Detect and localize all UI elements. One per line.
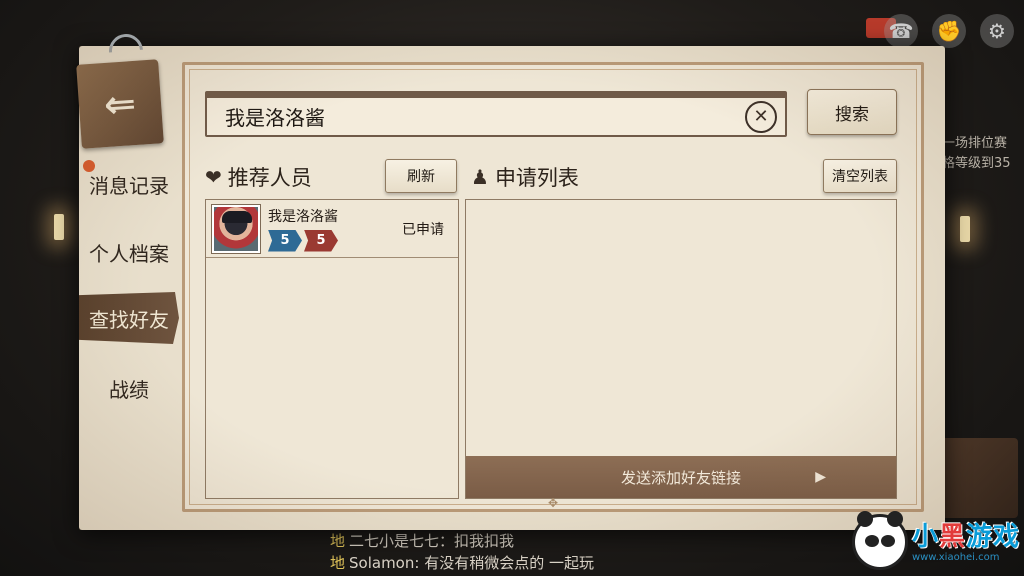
requests-title: ♟ 申请列表	[471, 165, 579, 190]
recommend-title: ❤ 推荐人员	[205, 165, 312, 190]
refresh-button[interactable]: 刷新	[385, 159, 457, 193]
search-input[interactable]	[207, 98, 745, 135]
close-circle-icon[interactable]: ✕	[745, 100, 777, 133]
chat-feed: 地二七小是七七：扣我扣我 地 Solamon: 有没有稍微会点的 一起玩	[330, 530, 850, 574]
book-prop	[938, 438, 1018, 518]
person-list-icon: ♟	[471, 165, 489, 189]
fist-icon[interactable]: ✊	[932, 14, 966, 48]
rank-badge-blue: 5	[268, 229, 302, 252]
heart-icon: ❤	[205, 165, 222, 189]
top-right-icons: ☎ ✊ ⚙	[884, 14, 1014, 48]
nav-message-history[interactable]: 消息记录	[79, 150, 179, 218]
nav-record[interactable]: 战绩	[79, 354, 179, 422]
side-nav: 消息记录 个人档案 查找好友 战绩	[79, 150, 179, 422]
friends-dialog: ⇐ 消息记录 个人档案 查找好友 战绩 ✕ 搜索 ❤ 推荐人员 刷新	[76, 27, 945, 530]
search-button[interactable]: 搜索	[807, 89, 897, 135]
search-bar: ✕	[205, 91, 787, 137]
player-name: 我是洛洛酱	[268, 208, 338, 225]
rank-badge-red: 5	[304, 229, 338, 252]
exit-door-icon[interactable]: ⇐	[76, 59, 164, 149]
event-hint: 一场排位赛 格等级到35	[942, 136, 1011, 171]
clear-list-button[interactable]: 清空列表	[823, 159, 897, 193]
nav-find-friends[interactable]: 查找好友	[79, 292, 179, 344]
panda-logo	[851, 511, 908, 570]
phone-icon[interactable]: ☎	[884, 14, 918, 48]
watermark-brand: 小黑游戏	[911, 521, 1020, 552]
gear-icon[interactable]: ⚙	[980, 14, 1014, 48]
level-badges: 5 5	[268, 229, 338, 252]
chat-line: 地 Solamon: 有没有稍微会点的 一起玩	[330, 554, 594, 572]
request-list: 发送添加好友链接 ▶	[465, 199, 897, 499]
nav-profile[interactable]: 个人档案	[79, 218, 179, 286]
send-friend-link-button[interactable]: 发送添加好友链接 ▶	[466, 456, 896, 498]
watermark-url: www.xiaohei.com	[911, 551, 1000, 563]
candle-right	[960, 216, 970, 242]
recommend-list: 我是洛洛酱 5 5 已申请	[205, 199, 459, 499]
play-arrow-icon: ▶	[815, 469, 826, 485]
request-status: 已申请	[402, 221, 444, 238]
ornament: ✥	[547, 496, 559, 510]
friends-panel: ✕ 搜索 ❤ 推荐人员 刷新 我是洛洛酱 5 5 已申请	[182, 62, 924, 512]
watermark: 小黑游戏 www.xiaohei.com	[851, 511, 1020, 570]
avatar	[212, 204, 260, 253]
chat-line: 地二七小是七七：扣我扣我	[330, 532, 515, 550]
candle-left	[54, 214, 64, 240]
list-item[interactable]: 我是洛洛酱 5 5 已申请	[206, 200, 458, 258]
notification-dot	[83, 160, 95, 172]
